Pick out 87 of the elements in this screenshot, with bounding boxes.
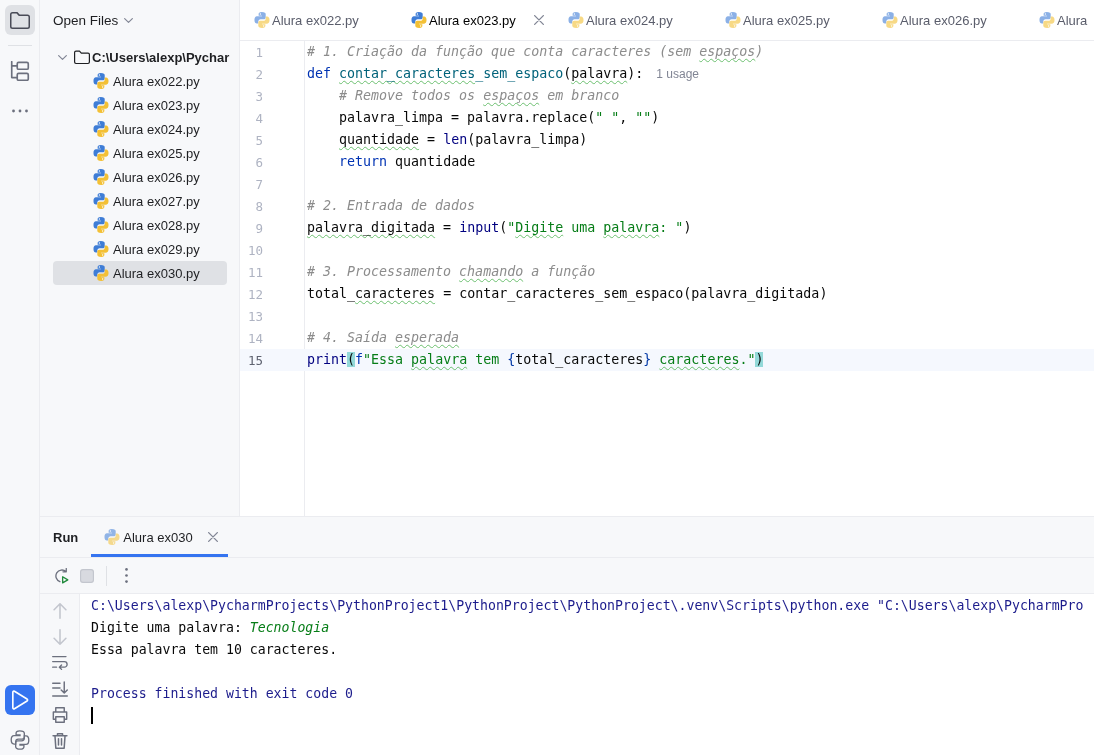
folder-tree-item[interactable]: C:\Users\alexp\Pychar	[53, 45, 227, 69]
file-tree-item[interactable]: Alura ex023.py	[53, 93, 227, 117]
file-tree-item[interactable]: Alura ex026.py	[53, 165, 227, 189]
python-file-icon	[93, 265, 109, 281]
code-line: # 2. Entrada de dados	[307, 196, 476, 215]
python-file-icon	[882, 12, 898, 28]
file-tree-item[interactable]: Alura ex024.py	[53, 117, 227, 141]
run-tool-button[interactable]	[4, 685, 35, 715]
code-line: def contar_caracteres_sem_espaco(palavra):	[307, 64, 644, 84]
file-tree-item[interactable]: Alura ex030.py	[53, 261, 227, 285]
python-file-icon	[93, 73, 109, 89]
line-number: 11	[247, 264, 263, 280]
code-line: print(f"Essa palavra tem {total_caracteres} caracteres.")	[307, 350, 764, 370]
stop-icon	[80, 568, 94, 583]
down-arrow-icon	[51, 629, 68, 645]
printer-icon	[51, 707, 68, 723]
run-tab[interactable]: Alura ex030	[91, 517, 228, 557]
file-tree-item[interactable]: Alura ex029.py	[53, 237, 227, 261]
line-number: 9	[255, 220, 263, 236]
line-number: 8	[255, 198, 263, 214]
line-number: 3	[255, 88, 263, 104]
more-vertical-icon	[124, 568, 128, 583]
line-number: 4	[255, 110, 263, 126]
python-logo-icon	[9, 730, 30, 750]
code-line: palavra_digitada = input("Digite uma palavra: ")	[307, 218, 692, 238]
console-line: Essa palavra tem 10 caracteres.	[91, 640, 338, 659]
line-number: 15	[247, 352, 263, 368]
usage-hint[interactable]: 1 usage	[656, 67, 699, 81]
python-file-icon	[93, 217, 109, 233]
line-number: 13	[247, 308, 263, 324]
python-file-icon	[254, 12, 270, 28]
file-tree-item[interactable]: Alura ex022.py	[53, 69, 227, 93]
file-tree-item[interactable]: Alura ex027.py	[53, 189, 227, 213]
editor-tab[interactable]: Alura ex025.py	[711, 0, 868, 40]
folder-icon	[9, 10, 30, 30]
python-file-icon	[93, 193, 109, 209]
line-number: 10	[247, 242, 263, 258]
line-number: 7	[255, 176, 263, 192]
soft-wrap-icon	[51, 655, 68, 671]
code-line: # 1. Criação da função que conta caracteres (sem espaços)	[307, 42, 764, 61]
python-file-icon	[93, 169, 109, 185]
console-line: C:\Users\alexp\PycharmProjects\PythonProject1\PythonProject\PythonProject\.venv\Scripts\python.exe "C:\Users\alexp\PycharmPro	[91, 596, 1084, 615]
close-icon[interactable]	[207, 532, 218, 542]
code-line: palavra_limpa = palavra.replace(" ", "")	[338, 108, 660, 128]
editor-tab[interactable]: Alura	[1025, 0, 1094, 40]
code-line: # 4. Saída esperada	[307, 328, 460, 347]
python-file-icon	[93, 97, 109, 113]
code-line: quantidade = len(palavra_limpa)	[338, 130, 588, 150]
line-number: 14	[247, 330, 263, 346]
scroll-to-end-icon	[51, 681, 68, 697]
code-line: return quantidade	[338, 152, 476, 171]
python-file-icon	[104, 529, 121, 545]
python-file-icon	[93, 121, 109, 137]
chevron-down-icon	[124, 17, 134, 23]
more-icon	[11, 109, 28, 113]
editor-tab[interactable]: Alura ex023.py	[397, 0, 554, 40]
trash-icon	[51, 733, 68, 749]
line-number: 2	[255, 66, 263, 82]
code-line: # Remove todos os espaços em branco	[338, 86, 620, 105]
structure-icon	[9, 61, 30, 81]
python-file-icon	[725, 12, 741, 28]
console-line: Process finished with exit code 0	[91, 684, 353, 703]
file-tree-item[interactable]: Alura ex025.py	[53, 141, 227, 165]
up-arrow-icon	[51, 603, 68, 619]
folder-icon	[74, 49, 90, 65]
console-line: Digite uma palavra: Tecnologia	[91, 618, 330, 637]
python-file-icon	[411, 12, 427, 28]
project-tool-button[interactable]	[4, 5, 35, 35]
close-icon[interactable]	[534, 15, 544, 25]
line-number: 12	[247, 286, 263, 302]
line-number: 1	[255, 44, 263, 60]
python-file-icon	[93, 241, 109, 257]
python-file-icon	[1039, 12, 1055, 28]
editor-tab[interactable]: Alura ex024.py	[554, 0, 711, 40]
rerun-icon	[53, 567, 69, 584]
python-file-icon	[568, 12, 584, 28]
code-line: # 3. Processamento chamando a função	[307, 262, 596, 281]
open-files-dropdown[interactable]: Open Files	[53, 12, 134, 28]
run-panel-title: Run	[53, 529, 79, 545]
file-tree-item[interactable]: Alura ex028.py	[53, 213, 227, 237]
editor-tab[interactable]: Alura ex026.py	[868, 0, 1025, 40]
line-number: 6	[255, 154, 263, 170]
play-icon	[9, 690, 30, 710]
python-file-icon	[93, 145, 109, 161]
editor-tab[interactable]: Alura ex022.py	[240, 0, 397, 40]
line-number: 5	[255, 132, 263, 148]
code-line: total_caracteres = contar_caracteres_sem_espaco(palavra_digitada)	[307, 284, 828, 304]
